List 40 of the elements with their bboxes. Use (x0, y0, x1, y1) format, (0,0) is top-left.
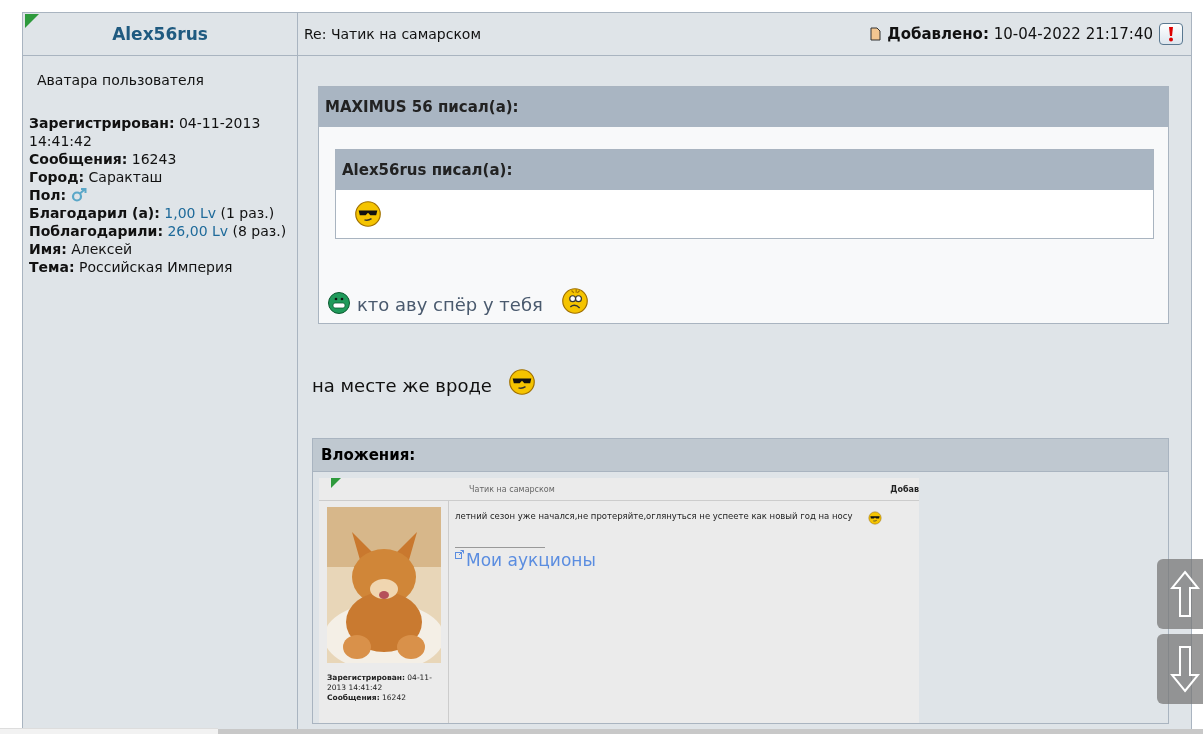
grin-smiley-icon (327, 291, 351, 315)
attachments-title: Вложения: (313, 439, 1168, 472)
profile-field: Поблагодарили: 26,00 Lv (8 раз.) (29, 222, 291, 240)
cool-smiley-icon (868, 511, 883, 525)
corner-icon (25, 14, 39, 28)
quote-text: кто аву спёр у тебя (357, 294, 543, 315)
profile-field: Зарегистрирован: 04-11-2013 14:41:42 (29, 114, 291, 150)
confused-smiley-icon (560, 287, 589, 315)
cool-smiley-icon (354, 200, 382, 228)
quote-author: MAXIMUS 56 писал(а): (319, 87, 1168, 127)
profile-field: Сообщения: 16243 (29, 150, 291, 168)
screenshot-date: Добав (890, 484, 919, 494)
author-name[interactable]: Alex56rus (112, 24, 208, 44)
up-arrow-icon (1170, 570, 1200, 618)
screenshot-message: летний сезон уже начался,не протеряйте,оглянуться не успеете как новый год на носу (455, 511, 853, 521)
corner-icon (331, 478, 341, 488)
scroll-down-button[interactable] (1157, 634, 1203, 704)
male-icon (70, 188, 87, 202)
thanks-link[interactable]: 1,00 Lv (164, 205, 217, 221)
document-icon (870, 27, 882, 41)
profile-field: Имя: Алексей (29, 240, 291, 258)
profile-field: Тема: Российская Империя (29, 258, 291, 276)
post-title: Re: Чатик на самарском (304, 26, 481, 42)
quote-author: Alex56rus писал(а): (336, 150, 1153, 190)
horizontal-scrollbar[interactable] (218, 729, 1203, 734)
avatar-alt-text: Аватара пользователя (36, 72, 205, 88)
profile-field: Город: Саракташ (29, 168, 291, 186)
auctions-link[interactable]: Мои аукционы (455, 550, 596, 570)
screenshot-title: Чатик на самарском (469, 484, 555, 494)
profile-field: Благодарил (а): 1,00 Lv (1 раз.) (29, 204, 291, 222)
post-date: Добавлено: 10-04-2022 21:17:40 (887, 25, 1153, 43)
exclamation-icon (1168, 26, 1174, 42)
down-arrow-icon (1170, 645, 1200, 693)
scroll-up-button[interactable] (1157, 559, 1203, 629)
cool-smiley-icon (507, 368, 536, 396)
message-text: на месте же вроде (312, 375, 492, 396)
thanks-link[interactable]: 26,00 Lv (167, 223, 229, 239)
profile-label: Пол: (29, 187, 67, 203)
external-link-icon (455, 550, 464, 559)
report-button[interactable] (1159, 23, 1183, 45)
